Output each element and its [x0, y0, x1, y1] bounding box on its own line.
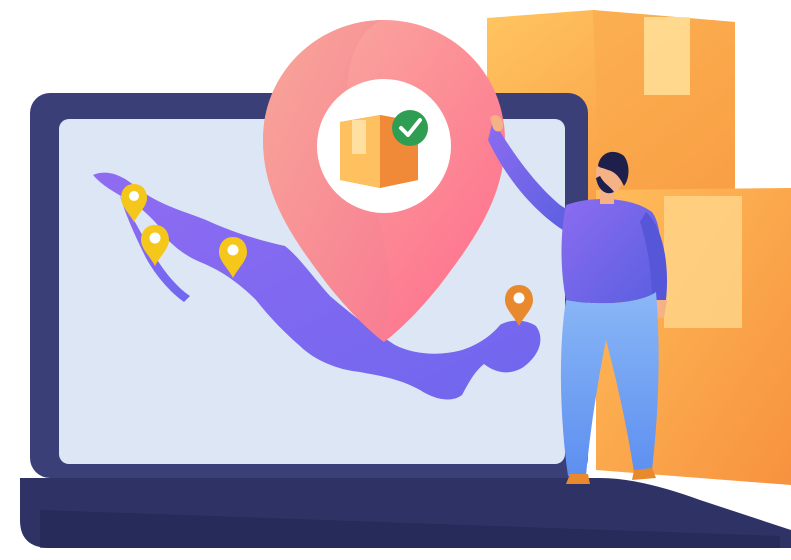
check-badge-icon — [392, 110, 428, 146]
delivery-illustration — [20, 10, 791, 548]
